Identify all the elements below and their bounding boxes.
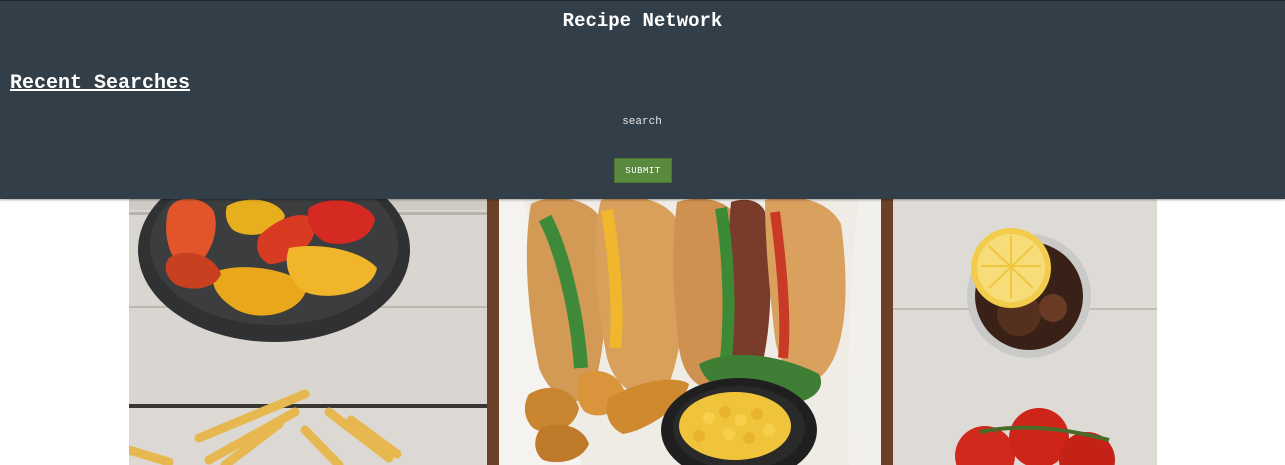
food-photo [129,198,1157,465]
search-input[interactable] [542,112,742,132]
recent-searches-link[interactable]: Recent Searches [10,72,190,95]
hero-food-image [129,198,1157,465]
submit-button[interactable]: SUBMIT [614,158,672,183]
top-bar: Recipe Network Recent Searches SUBMIT [0,0,1285,199]
app-title: Recipe Network [562,10,723,32]
